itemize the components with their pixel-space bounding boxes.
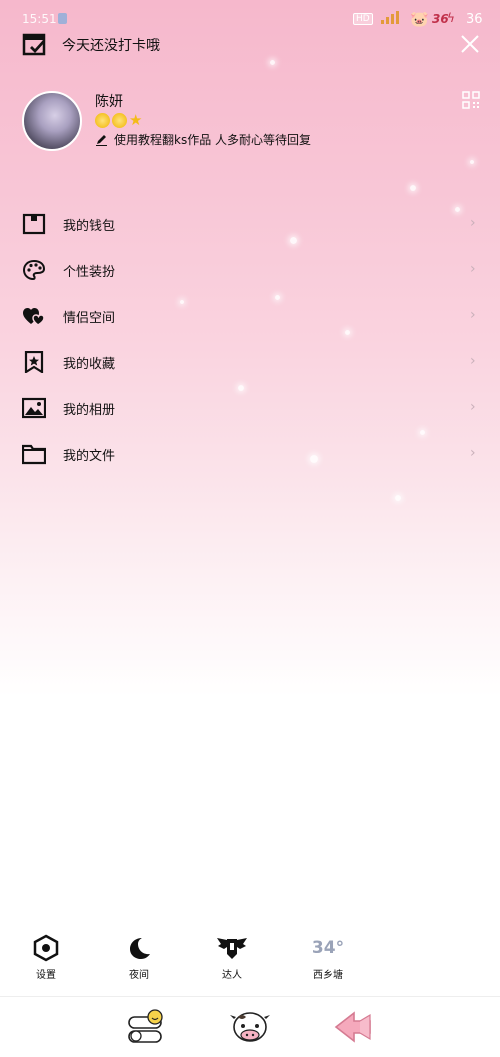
- qr-code-icon[interactable]: [462, 91, 480, 109]
- chevron-right-icon: ›: [470, 261, 476, 277]
- chevron-right-icon: ›: [470, 215, 476, 231]
- edit-pencil-icon: [96, 135, 107, 146]
- username[interactable]: 陈妍: [95, 91, 123, 111]
- bookmark-star-icon: [24, 351, 44, 373]
- settings-label: 设置: [36, 970, 56, 981]
- sparkle: [270, 60, 275, 65]
- hd-badge: HD: [353, 13, 373, 25]
- signal-icon: [381, 11, 399, 24]
- bottom-nav: [0, 996, 500, 1057]
- back-arrow-icon[interactable]: [332, 1005, 376, 1049]
- expert-button[interactable]: 达人: [202, 932, 262, 981]
- pig-icon: 🐷: [410, 10, 429, 28]
- couple-hearts-icon: [23, 308, 45, 326]
- chevron-right-icon: ›: [470, 307, 476, 323]
- sparkle: [395, 495, 401, 501]
- night-mode-button[interactable]: 夜间: [109, 932, 169, 981]
- toggle-smiley-icon[interactable]: [125, 1005, 169, 1049]
- sun-badge-icon: [112, 113, 127, 128]
- chevron-right-icon: ›: [470, 399, 476, 415]
- photo-album-icon: [22, 397, 46, 419]
- expert-label: 达人: [222, 970, 242, 981]
- cow-mascot-icon[interactable]: [228, 1005, 272, 1049]
- sparkle: [470, 160, 474, 164]
- menu-label: 我的收藏: [63, 357, 116, 372]
- menu-item-favorites[interactable]: 我的收藏 ›: [0, 339, 500, 385]
- weather-widget[interactable]: 34° 西乡塘: [298, 932, 358, 981]
- winged-badge-icon: [217, 938, 247, 959]
- sun-badge-icon: [95, 113, 110, 128]
- moon-icon: [130, 938, 150, 959]
- night-label: 夜间: [129, 970, 149, 981]
- signature-text: 使用教程翻ks作品 人多耐心等待回复: [114, 133, 312, 147]
- menu-item-wallet[interactable]: 我的钱包 ›: [0, 201, 500, 247]
- avatar[interactable]: [22, 91, 82, 151]
- signature-row[interactable]: 使用教程翻ks作品 人多耐心等待回复: [95, 131, 311, 148]
- calendar-check-icon[interactable]: [22, 31, 48, 57]
- weather-temp: 34°: [311, 938, 345, 958]
- menu-item-files[interactable]: 我的文件 ›: [0, 431, 500, 477]
- menu-label: 我的钱包: [63, 219, 116, 234]
- menu-item-album[interactable]: 我的相册 ›: [0, 385, 500, 431]
- menu-label: 个性装扮: [63, 265, 116, 280]
- menu-label: 情侣空间: [63, 311, 116, 326]
- notification-icon: [58, 13, 67, 24]
- charging-icon: ϟ: [447, 11, 455, 25]
- settings-button[interactable]: 设置: [16, 932, 76, 981]
- menu-item-couple-space[interactable]: 情侣空间 ›: [0, 293, 500, 339]
- battery-level: 36: [466, 12, 483, 27]
- level-badges[interactable]: ★: [95, 113, 144, 128]
- settings-icon: [33, 934, 59, 962]
- folder-icon: [22, 444, 46, 465]
- chevron-right-icon: ›: [470, 353, 476, 369]
- menu-label: 我的文件: [63, 449, 116, 464]
- status-time: 15:51: [22, 12, 57, 26]
- star-badge-icon: ★: [129, 111, 143, 129]
- menu-item-personalize[interactable]: 个性装扮 ›: [0, 247, 500, 293]
- chevron-right-icon: ›: [470, 445, 476, 461]
- close-icon[interactable]: [458, 32, 482, 56]
- palette-icon: [22, 259, 46, 281]
- menu-label: 我的相册: [63, 403, 116, 418]
- status-bar: 15:51 HD 🐷 36 ϟ 36: [0, 0, 500, 40]
- wallet-icon: [22, 213, 46, 235]
- sparkle: [410, 185, 416, 191]
- weather-location: 西乡塘: [313, 970, 343, 981]
- checkin-text[interactable]: 今天还没打卡哦: [62, 35, 160, 55]
